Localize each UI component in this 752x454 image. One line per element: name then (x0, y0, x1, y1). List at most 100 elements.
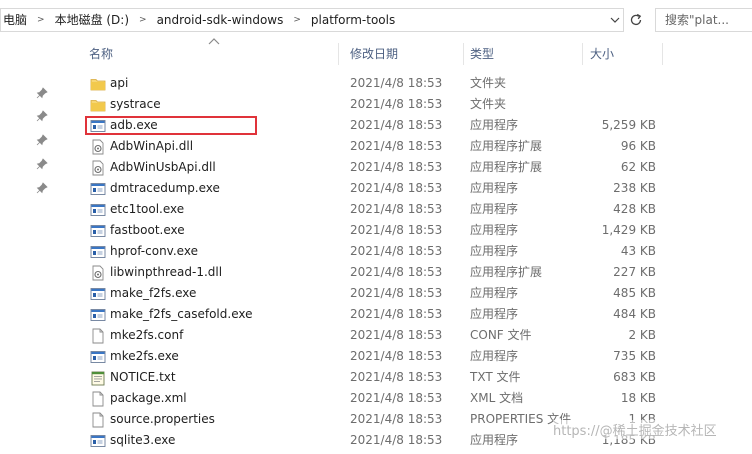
pin-icon (36, 87, 48, 99)
refresh-button[interactable] (626, 8, 646, 32)
file-date: 2021/4/8 18:53 (350, 181, 443, 195)
file-type: 应用程序 (470, 181, 519, 195)
file-row[interactable]: etc1tool.exe 2021/4/8 18:53 应用程序 428 KB (84, 199, 752, 220)
file-row[interactable]: fastboot.exe 2021/4/8 18:53 应用程序 1,429 KB (84, 220, 752, 241)
file-name: AdbWinUsbApi.dll (110, 160, 216, 174)
file-row[interactable]: AdbWinUsbApi.dll 2021/4/8 18:53 应用程序扩展 62 K… (84, 157, 752, 178)
file-name: make_f2fs.exe (110, 286, 197, 300)
file-size: 2 KB (628, 328, 656, 342)
file-name: fastboot.exe (110, 223, 185, 237)
file-icon (90, 391, 106, 407)
file-date: 2021/4/8 18:53 (350, 328, 443, 342)
chevron-right-icon[interactable]: > (287, 15, 307, 25)
refresh-icon (630, 13, 642, 26)
file-row[interactable]: AdbWinApi.dll 2021/4/8 18:53 应用程序扩展 96 KB (84, 136, 752, 157)
file-row[interactable]: libwinpthread-1.dll 2021/4/8 18:53 应用程序扩展 2… (84, 262, 752, 283)
file-size: 484 KB (613, 307, 656, 321)
search-input[interactable]: 搜索"plat... (655, 8, 752, 32)
chevron-right-icon[interactable]: > (133, 15, 153, 25)
file-name: mke2fs.conf (110, 328, 184, 342)
file-name: dmtracedump.exe (110, 181, 220, 195)
file-size: 735 KB (613, 349, 656, 363)
file-name: NOTICE.txt (110, 370, 176, 384)
file-type: TXT 文件 (470, 370, 521, 384)
breadcrumb-item-drive-d[interactable]: 本地磁盘 (D:) (51, 9, 133, 31)
dll-icon (90, 139, 106, 155)
pin-icon (36, 182, 48, 194)
file-row[interactable]: hprof-conv.exe 2021/4/8 18:53 应用程序 43 KB (84, 241, 752, 262)
file-type: 应用程序扩展 (470, 265, 543, 279)
file-row[interactable]: package.xml 2021/4/8 18:53 XML 文档 18 KB (84, 388, 752, 409)
file-date: 2021/4/8 18:53 (350, 160, 443, 174)
file-name: libwinpthread-1.dll (110, 265, 223, 279)
column-header-size[interactable]: 大小 (590, 43, 614, 65)
file-date: 2021/4/8 18:53 (350, 244, 443, 258)
file-type: 应用程序扩展 (470, 160, 543, 174)
file-size: 62 KB (620, 160, 656, 174)
file-type: 应用程序 (470, 286, 519, 300)
column-header-type[interactable]: 类型 (470, 43, 494, 65)
address-history-dropdown[interactable] (605, 9, 625, 31)
file-size: 428 KB (613, 202, 656, 216)
exe-icon (90, 223, 106, 239)
file-date: 2021/4/8 18:53 (350, 118, 443, 132)
exe-icon (90, 349, 106, 365)
dll-icon (90, 265, 106, 281)
exe-icon (90, 202, 106, 218)
file-type: 应用程序扩展 (470, 139, 543, 153)
file-name: api (110, 76, 129, 90)
file-size: 18 KB (620, 391, 656, 405)
file-row[interactable]: api 2021/4/8 18:53 文件夹 (84, 73, 752, 94)
breadcrumb-item-android-sdk[interactable]: android-sdk-windows (153, 9, 288, 31)
address-bar[interactable]: 电脑 > 本地磁盘 (D:) > android-sdk-windows > p… (0, 8, 624, 32)
file-date: 2021/4/8 18:53 (350, 433, 443, 447)
column-divider[interactable] (463, 43, 464, 65)
exe-icon (90, 286, 106, 302)
chevron-right-icon[interactable]: > (31, 15, 51, 25)
column-divider[interactable] (338, 43, 339, 65)
file-row[interactable]: mke2fs.conf 2021/4/8 18:53 CONF 文件 2 KB (84, 325, 752, 346)
file-type: 文件夹 (470, 97, 507, 111)
folder-icon (90, 76, 106, 92)
file-type: 应用程序 (470, 223, 519, 237)
file-date: 2021/4/8 18:53 (350, 97, 443, 111)
file-name: systrace (110, 97, 161, 111)
file-date: 2021/4/8 18:53 (350, 76, 443, 90)
file-date: 2021/4/8 18:53 (350, 307, 443, 321)
column-header-name[interactable]: 名称 (89, 43, 113, 65)
pin-icon (36, 134, 48, 146)
file-size: 1,429 KB (601, 223, 656, 237)
file-name: make_f2fs_casefold.exe (110, 307, 253, 321)
notepad-icon (90, 370, 106, 386)
folder-icon (90, 97, 106, 113)
file-type: 应用程序 (470, 307, 519, 321)
file-row[interactable]: systrace 2021/4/8 18:53 文件夹 (84, 94, 752, 115)
file-size: 683 KB (613, 370, 656, 384)
file-type: 应用程序 (470, 202, 519, 216)
file-row[interactable]: make_f2fs_casefold.exe 2021/4/8 18:53 应用程序… (84, 304, 752, 325)
file-type: 应用程序 (470, 349, 519, 363)
file-date: 2021/4/8 18:53 (350, 139, 443, 153)
file-name: hprof-conv.exe (110, 244, 198, 258)
file-type: 应用程序 (470, 244, 519, 258)
column-header-date[interactable]: 修改日期 (350, 43, 398, 65)
column-divider[interactable] (582, 43, 583, 65)
file-name: sqlite3.exe (110, 433, 176, 447)
file-date: 2021/4/8 18:53 (350, 391, 443, 405)
file-type: XML 文档 (470, 391, 524, 405)
file-row[interactable]: dmtracedump.exe 2021/4/8 18:53 应用程序 238 KB (84, 178, 752, 199)
file-row[interactable]: NOTICE.txt 2021/4/8 18:53 TXT 文件 683 KB (84, 367, 752, 388)
breadcrumb-item-platform-tools[interactable]: platform-tools (307, 9, 399, 31)
dll-icon (90, 160, 106, 176)
file-type: 文件夹 (470, 76, 507, 90)
file-row[interactable]: make_f2fs.exe 2021/4/8 18:53 应用程序 485 KB (84, 283, 752, 304)
file-icon (90, 328, 106, 344)
file-type: 应用程序 (470, 433, 519, 447)
pin-icon (36, 158, 48, 170)
file-row[interactable]: mke2fs.exe 2021/4/8 18:53 应用程序 735 KB (84, 346, 752, 367)
breadcrumb-item-this-pc[interactable]: 电脑 (0, 9, 31, 31)
file-size: 43 KB (620, 244, 656, 258)
breadcrumb: 电脑 > 本地磁盘 (D:) > android-sdk-windows > p… (1, 9, 399, 31)
column-divider[interactable] (662, 43, 663, 65)
file-name: package.xml (110, 391, 187, 405)
